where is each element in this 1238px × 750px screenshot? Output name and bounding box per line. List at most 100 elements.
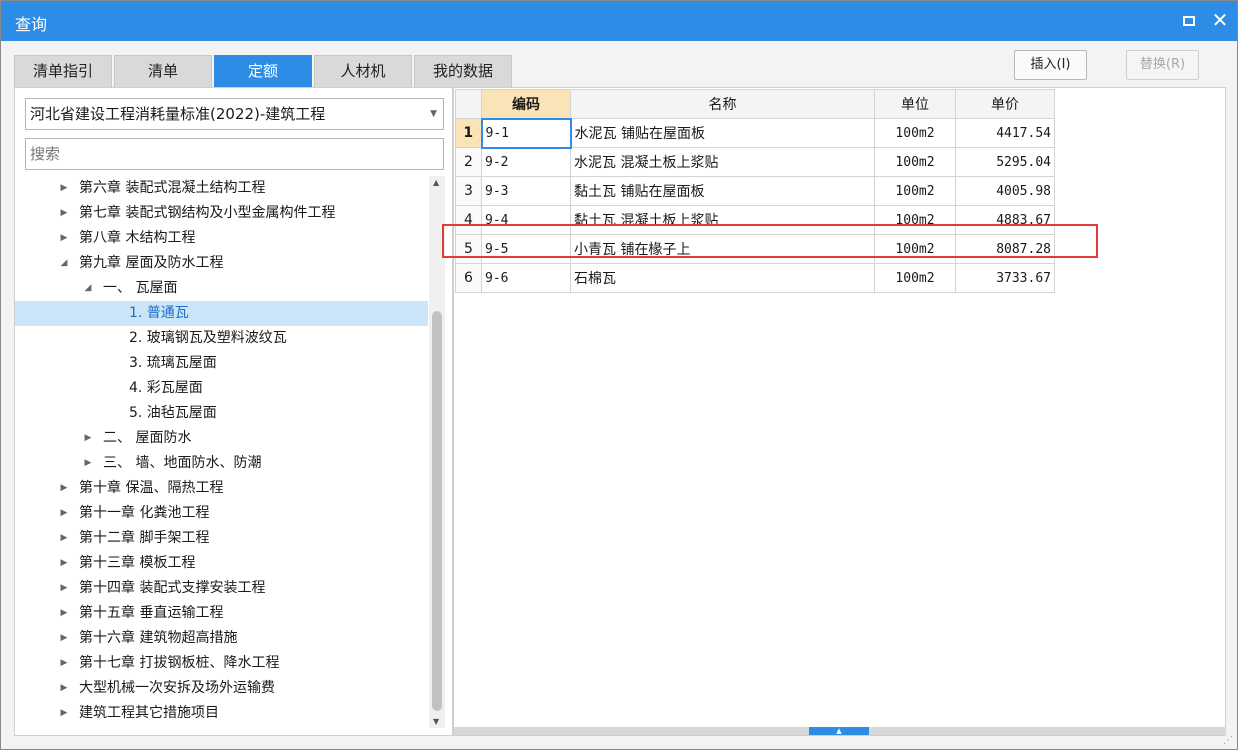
- tree-item[interactable]: ▶ 第六章 装配式混凝土结构工程: [15, 176, 428, 201]
- resize-grip-icon[interactable]: ⋰: [1223, 735, 1235, 747]
- name-cell[interactable]: 水泥瓦 混凝土板上浆贴: [570, 147, 875, 177]
- name-cell[interactable]: 小青瓦 铺在椽子上: [570, 234, 875, 264]
- expanded-arrow-icon[interactable]: ◢: [83, 276, 93, 301]
- title-bar[interactable]: 查询 ✕: [1, 1, 1237, 41]
- tree-item[interactable]: ▶ 大型机械一次安拆及场外运输费: [15, 676, 428, 701]
- column-header-name[interactable]: 名称: [570, 89, 875, 119]
- tree-item[interactable]: ▶ 第十一章 化粪池工程: [15, 501, 428, 526]
- collapsed-arrow-icon[interactable]: ▶: [59, 601, 69, 626]
- tab-quota[interactable]: 定额: [214, 55, 312, 87]
- table-row[interactable]: 6 9-6 石棉瓦 100m2 3733.67: [455, 263, 1055, 293]
- collapsed-arrow-icon[interactable]: ▶: [59, 651, 69, 676]
- maximize-button[interactable]: [1177, 9, 1201, 33]
- collapsed-arrow-icon[interactable]: ▶: [59, 626, 69, 651]
- collapsed-arrow-icon[interactable]: ▶: [59, 526, 69, 551]
- row-number-cell[interactable]: 4: [455, 205, 482, 235]
- tree-item[interactable]: ▶ 第十章 保温、隔热工程: [15, 476, 428, 501]
- insert-button[interactable]: 插入(I): [1014, 50, 1087, 80]
- column-header-code[interactable]: 编码: [481, 89, 571, 119]
- unit-cell[interactable]: 100m2: [874, 147, 956, 177]
- code-cell[interactable]: 9-3: [481, 176, 571, 206]
- table-row[interactable]: 2 9-2 水泥瓦 混凝土板上浆贴 100m2 5295.04: [455, 147, 1055, 177]
- price-cell[interactable]: 4417.54: [955, 118, 1055, 148]
- tree-item[interactable]: ▶ 第十二章 脚手架工程: [15, 526, 428, 551]
- unit-cell[interactable]: 100m2: [874, 118, 956, 148]
- tree-item-label: 4. 彩瓦屋面: [129, 380, 203, 396]
- table-row[interactable]: 4 9-4 黏土瓦 混凝土板上浆贴 100m2 4883.67: [455, 205, 1055, 235]
- tree-item[interactable]: ▶ 第十四章 装配式支撑安装工程: [15, 576, 428, 601]
- column-header-price[interactable]: 单价: [955, 89, 1055, 119]
- replace-button[interactable]: 替换(R): [1126, 50, 1199, 80]
- name-cell[interactable]: 黏土瓦 铺贴在屋面板: [570, 176, 875, 206]
- tree-item[interactable]: 1. 普通瓦: [15, 301, 428, 326]
- collapsed-arrow-icon[interactable]: ▶: [83, 426, 93, 451]
- row-number-cell[interactable]: 1: [455, 118, 482, 148]
- tree-item[interactable]: ▶ 第十三章 模板工程: [15, 551, 428, 576]
- collapsed-arrow-icon[interactable]: ▶: [59, 201, 69, 226]
- name-cell[interactable]: 水泥瓦 铺贴在屋面板: [570, 118, 875, 148]
- tree-item[interactable]: ▶ 第十五章 垂直运输工程: [15, 601, 428, 626]
- standard-select[interactable]: 河北省建设工程消耗量标准(2022)-建筑工程 ▼: [25, 98, 444, 130]
- tree-item[interactable]: ▶ 第七章 装配式钢结构及小型金属构件工程: [15, 201, 428, 226]
- unit-cell[interactable]: 100m2: [874, 234, 956, 264]
- tree-scrollbar[interactable]: ▲ ▼: [429, 176, 445, 728]
- collapsed-arrow-icon[interactable]: ▶: [59, 176, 69, 201]
- tree-item[interactable]: ▶ 二、 屋面防水: [15, 426, 428, 451]
- tab-my-data[interactable]: 我的数据: [414, 55, 512, 87]
- tree-item[interactable]: 5. 油毡瓦屋面: [15, 401, 428, 426]
- table-row[interactable]: 1 9-1 水泥瓦 铺贴在屋面板 100m2 4417.54: [455, 117, 1055, 149]
- tree-item[interactable]: 2. 玻璃钢瓦及塑料波纹瓦: [15, 326, 428, 351]
- collapsed-arrow-icon[interactable]: ▶: [59, 551, 69, 576]
- name-cell[interactable]: 黏土瓦 混凝土板上浆贴: [570, 205, 875, 235]
- scroll-up-icon[interactable]: ▲: [433, 178, 439, 187]
- tree-item[interactable]: ◢ 第九章 屋面及防水工程: [15, 251, 428, 276]
- tree-item[interactable]: ▶ 第八章 木结构工程: [15, 226, 428, 251]
- collapsed-arrow-icon[interactable]: ▶: [83, 451, 93, 476]
- code-cell[interactable]: 9-4: [481, 205, 571, 235]
- price-cell[interactable]: 4883.67: [955, 205, 1055, 235]
- collapsed-arrow-icon[interactable]: ▶: [59, 676, 69, 701]
- code-cell[interactable]: 9-6: [481, 263, 571, 293]
- tree-item[interactable]: 3. 琉璃瓦屋面: [15, 351, 428, 376]
- collapsed-arrow-icon[interactable]: ▶: [59, 501, 69, 526]
- column-header-unit[interactable]: 单位: [874, 89, 956, 119]
- collapsed-arrow-icon[interactable]: ▶: [59, 476, 69, 501]
- tree-item[interactable]: ▶ 第十六章 建筑物超高措施: [15, 626, 428, 651]
- code-cell[interactable]: 9-2: [481, 147, 571, 177]
- price-cell[interactable]: 4005.98: [955, 176, 1055, 206]
- close-button[interactable]: ✕: [1207, 7, 1233, 33]
- unit-cell[interactable]: 100m2: [874, 263, 956, 293]
- scroll-down-icon[interactable]: ▼: [433, 717, 439, 726]
- expanded-arrow-icon[interactable]: ◢: [59, 251, 69, 276]
- unit-cell[interactable]: 100m2: [874, 176, 956, 206]
- grid-horizontal-scrollbar[interactable]: ▲: [454, 727, 1226, 735]
- table-row[interactable]: 3 9-3 黏土瓦 铺贴在屋面板 100m2 4005.98: [455, 176, 1055, 206]
- tab-materials[interactable]: 人材机: [314, 55, 412, 87]
- tree-item-label: 第十五章 垂直运输工程: [79, 605, 224, 621]
- collapsed-arrow-icon[interactable]: ▶: [59, 226, 69, 251]
- code-cell[interactable]: 9-1: [480, 117, 572, 149]
- tree-item[interactable]: ▶ 三、 墙、地面防水、防潮: [15, 451, 428, 476]
- price-cell[interactable]: 8087.28: [955, 234, 1055, 264]
- row-number-cell[interactable]: 3: [455, 176, 482, 206]
- name-cell[interactable]: 石棉瓦: [570, 263, 875, 293]
- search-input[interactable]: [25, 138, 444, 170]
- tree-item[interactable]: ▶ 建筑工程其它措施项目: [15, 701, 428, 726]
- row-number-cell[interactable]: 2: [455, 147, 482, 177]
- scrollbar-thumb[interactable]: [432, 311, 442, 711]
- tab-bill-guide[interactable]: 清单指引: [14, 55, 112, 87]
- row-number-cell[interactable]: 5: [455, 234, 482, 264]
- price-cell[interactable]: 3733.67: [955, 263, 1055, 293]
- tree-item[interactable]: ▶ 第十七章 打拔钢板桩、降水工程: [15, 651, 428, 676]
- tab-bill[interactable]: 清单: [114, 55, 212, 87]
- code-cell[interactable]: 9-5: [481, 234, 571, 264]
- tree-item[interactable]: 4. 彩瓦屋面: [15, 376, 428, 401]
- collapsed-arrow-icon[interactable]: ▶: [59, 576, 69, 601]
- chevron-up-icon[interactable]: ▲: [809, 727, 869, 735]
- row-number-cell[interactable]: 6: [455, 263, 482, 293]
- tree-item[interactable]: ◢ 一、 瓦屋面: [15, 276, 428, 301]
- table-row[interactable]: 5 9-5 小青瓦 铺在椽子上 100m2 8087.28: [455, 234, 1055, 264]
- collapsed-arrow-icon[interactable]: ▶: [59, 701, 69, 726]
- unit-cell[interactable]: 100m2: [874, 205, 956, 235]
- price-cell[interactable]: 5295.04: [955, 147, 1055, 177]
